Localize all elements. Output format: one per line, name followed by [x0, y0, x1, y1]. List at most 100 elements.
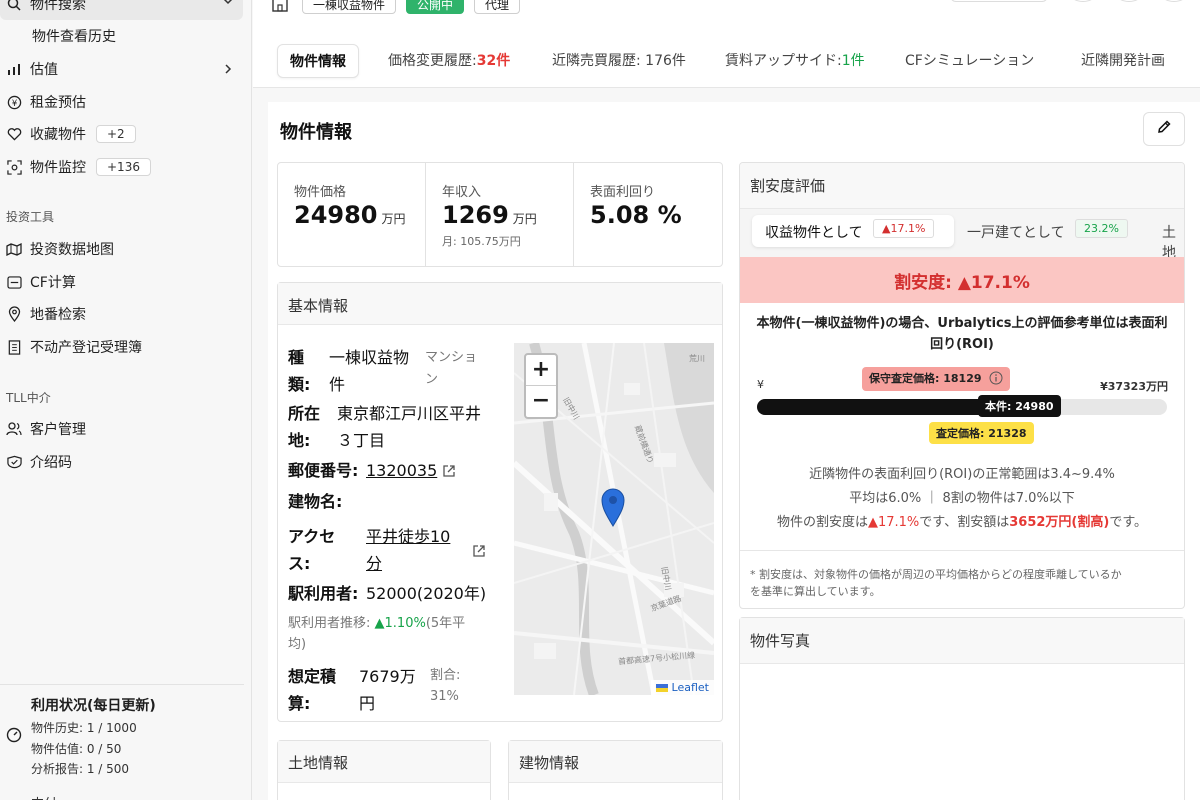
access-link[interactable]: 分 [366, 550, 382, 577]
info-key: 駅利用者: [288, 584, 359, 603]
section-label-investment-tools: 投资工具 [6, 210, 55, 224]
leaflet-link[interactable]: Leaflet [672, 681, 709, 694]
map-marker-icon[interactable] [600, 487, 626, 531]
external-link-icon[interactable] [472, 539, 486, 566]
users-icon [6, 421, 22, 437]
header-icon-button[interactable] [1068, 0, 1098, 2]
info-value: 件 [329, 375, 346, 394]
metric-label: 物件価格 [294, 185, 347, 200]
map-label: 荒川 [689, 354, 705, 363]
bar-chart-icon [6, 61, 22, 77]
sidebar-item-valuation[interactable]: 估值 [0, 54, 243, 84]
info-key: 郵便番号: [288, 461, 359, 480]
tag-type[interactable]: 一棟収益物件 [302, 0, 397, 14]
info-icon[interactable] [989, 371, 1003, 388]
sidebar-item-referral[interactable]: 介绍码 [0, 447, 72, 477]
zoom-in-button[interactable]: + [526, 355, 556, 386]
edit-button[interactable] [1143, 112, 1185, 146]
info-row-address: 所在 地: 東京都江戸川区平井 ３丁目 [288, 400, 518, 456]
sidebar-item-registry[interactable]: 不动产登记受理簿 [0, 332, 142, 362]
chevron-down-icon[interactable] [222, 0, 234, 11]
favorites-count-badge: +2 [96, 125, 136, 143]
info-row-zip: 郵便番号: 1320035 [288, 457, 518, 484]
sidebar-item-cf-calc[interactable]: CF计算 [0, 267, 76, 297]
note-discount: 物件の割安度は▲17.1%です、割安額は3652万円(割高)です。 [740, 511, 1184, 535]
discount-pill: 23.2% [1075, 219, 1128, 238]
bar-max-label: ¥37323万円 [1100, 380, 1168, 393]
sidebar-item-investment-map[interactable]: 投资数据地图 [0, 234, 114, 264]
map-attribution[interactable]: Leaflet [651, 680, 714, 695]
sidebar-item-label: CF计算 [30, 275, 76, 291]
sidebar-item-label: 物件搜索 [30, 0, 86, 13]
tab-as-land[interactable]: 土地 [1162, 222, 1184, 262]
info-value: 7679万 [359, 667, 416, 686]
this-property-tooltip: 本件: 24980 [978, 395, 1061, 417]
sidebar-item-label: 介绍码 [30, 455, 72, 471]
info-key: 所在 [288, 404, 321, 423]
tab-as-income-property[interactable]: 収益物件として ▲17.1% [752, 215, 954, 247]
sidebar-item-monitor[interactable]: 物件监控 +136 [0, 152, 151, 182]
tab-cf-simulation[interactable]: CFシミュレーション [905, 50, 1034, 70]
usage-title: 利用状况(每日更新) [31, 698, 156, 714]
sidebar-item-customers[interactable]: 客户管理 [0, 414, 86, 444]
tab-label: 価格変更履歴: [388, 53, 477, 69]
info-key: 地: [288, 431, 311, 450]
gauge-icon [6, 727, 22, 747]
discount-footnote: * 割安度は、対象物件の価格が周辺の平均価格からどの程度乖離しているか を基準に… [750, 566, 1180, 600]
sidebar-item-label: 物件查看历史 [32, 29, 116, 45]
trend-value: ▲1.10% [374, 616, 426, 631]
photos-title: 物件写真 [750, 632, 811, 650]
payment-link[interactable]: 支付 [31, 793, 57, 800]
photos-card: 物件写真 [739, 617, 1185, 800]
map[interactable]: 荒川 旧中川 京葉道路 首都高速7号小松川線 蔵前橋通り 旧中川 + − Lea… [514, 343, 714, 695]
zoom-out-button[interactable]: − [526, 386, 556, 417]
tab-price-history[interactable]: 価格変更履歴:32件 [388, 50, 510, 70]
tab-rent-upside[interactable]: 賃料アップサイド:1件 [725, 50, 865, 70]
chevron-right-icon[interactable] [222, 63, 234, 79]
metric-value: 1269 万円 [442, 201, 537, 229]
tab-nearby-sales[interactable]: 近隣売買履歴: 176件 [552, 50, 686, 70]
tab-label: 収益物件として [765, 225, 863, 241]
land-info-title: 土地情報 [288, 754, 349, 772]
sidebar-item-rent-estimate[interactable]: ¥ 租金预估 [0, 87, 86, 117]
discount-pill: ▲17.1% [873, 219, 935, 238]
info-key: 類: [288, 375, 311, 394]
tag-agent[interactable]: 代理 [474, 0, 521, 14]
yen-circle-icon: ¥ [6, 94, 22, 110]
metric-price: 物件価格 24980 万円 [278, 163, 426, 267]
price-bar-area: ¥ ¥37323万円 保守査定価格: 18129 本件: 24980 査定価格:… [740, 367, 1184, 448]
sidebar-item-favorites[interactable]: 收藏物件 +2 [0, 119, 136, 149]
header-icon-button[interactable] [1159, 0, 1189, 2]
usage-panel: 利用状况(每日更新) 物件历史: 1 / 1000 物件估值: 0 / 50 分… [0, 684, 244, 800]
tab-nearby-development[interactable]: 近隣開発計画 [1081, 50, 1165, 70]
unit-label: 万円 [381, 212, 406, 226]
zip-link[interactable]: 1320035 [366, 457, 437, 484]
metric-value: 24980 万円 [294, 201, 406, 229]
metric-income: 年収入 1269 万円 月: 105.75万円 [426, 163, 574, 267]
usage-line-reports: 分析报告: 1 / 500 [31, 762, 130, 776]
divider [740, 550, 1184, 551]
header-control[interactable] [950, 0, 1048, 2]
calculator-icon [6, 274, 22, 290]
income-value: 1269 [442, 201, 509, 229]
info-row-station: 駅利用者: 52000(2020年) [288, 580, 518, 607]
sidebar-item-view-history[interactable]: 物件查看历史 [26, 21, 116, 51]
access-link[interactable]: 平井徒歩10 [366, 523, 450, 550]
discount-title: 割安度評価 [750, 177, 826, 195]
top-header: 一棟収益物件 公開中 代理 [253, 0, 1200, 28]
header-icon-button[interactable] [1114, 0, 1144, 2]
sidebar-item-lot-search[interactable]: 地番检索 [0, 299, 86, 329]
sidebar-item-property-search[interactable]: 物件搜索 [0, 0, 243, 20]
external-link-icon[interactable] [442, 459, 456, 486]
conservative-price-tooltip: 保守査定価格: 18129 [862, 367, 1011, 391]
note-discount-value: ▲17.1% [867, 515, 920, 530]
tab-property-info[interactable]: 物件情報 [277, 44, 359, 78]
tag-status[interactable]: 公開中 [406, 0, 465, 14]
building-info-title: 建物情報 [519, 754, 580, 772]
sidebar-item-label: 地番检索 [30, 307, 86, 323]
zoom-controls: + − [524, 353, 558, 419]
metrics-card: 物件価格 24980 万円 年収入 1269 万円 月: 105.75万円 表面利回… [277, 162, 723, 267]
monitor-icon [6, 159, 22, 175]
sidebar-item-label: 估值 [30, 62, 58, 78]
note-text: です、割安額は [919, 515, 1010, 530]
